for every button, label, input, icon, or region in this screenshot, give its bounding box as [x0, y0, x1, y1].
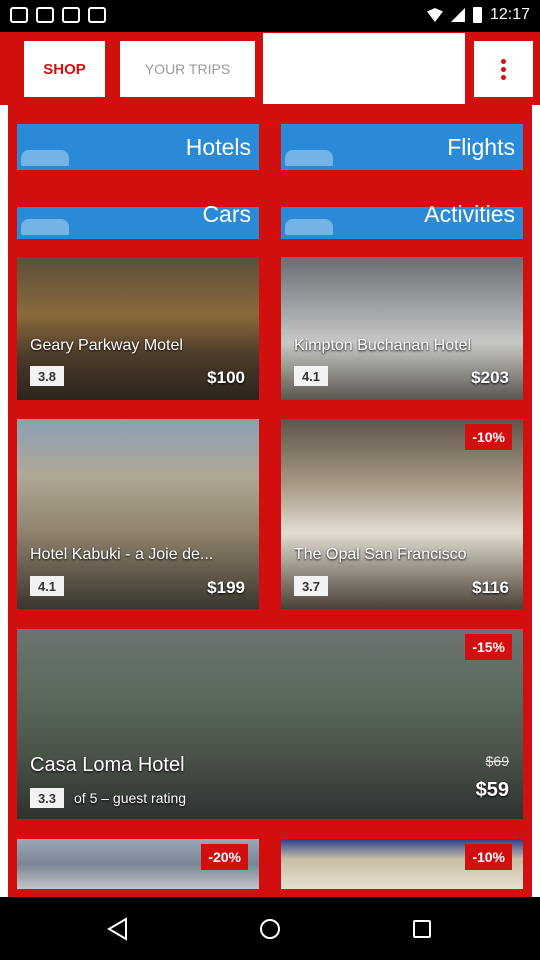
home-icon[interactable]: [260, 919, 280, 939]
system-nav-bar: [0, 897, 540, 960]
battery-icon: [472, 7, 482, 23]
status-time: 12:17: [489, 6, 530, 23]
status-right: 12:17: [426, 6, 530, 24]
notification-icons: [10, 7, 106, 23]
notification-icon: [62, 7, 80, 23]
more-options-button[interactable]: [474, 41, 533, 97]
rating-badge: 3.3: [30, 788, 64, 808]
rating-badge: 4.1: [30, 576, 64, 596]
hotel-name: Kimpton Buchanan Hotel: [294, 337, 471, 354]
hotel-price: $203: [471, 368, 509, 387]
wifi-icon: [426, 8, 443, 22]
recents-icon[interactable]: [413, 920, 431, 938]
rating-badge: 3.8: [30, 366, 64, 386]
notification-icon: [88, 7, 106, 23]
guest-rating-label: of 5 – guest rating: [74, 790, 187, 806]
tab-your-trips[interactable]: YOUR TRIPS: [120, 41, 255, 97]
hotel-card[interactable]: -10%: [281, 839, 523, 889]
discount-badge: -10%: [465, 424, 512, 450]
hotel-card[interactable]: Kimpton Buchanan Hotel 4.1 $203: [281, 257, 523, 400]
rating-badge: 4.1: [294, 366, 328, 386]
notification-icon: [36, 7, 54, 23]
status-bar: 12:17: [0, 0, 540, 32]
loading-overlay: [8, 105, 540, 257]
hotel-card[interactable]: -15% Casa Loma Hotel 3.3 of 5 – guest ra…: [17, 629, 523, 819]
signal-icon: [450, 8, 465, 22]
discount-badge: -15%: [465, 634, 512, 660]
hotel-name: Geary Parkway Motel: [30, 337, 183, 354]
hotel-card[interactable]: Hotel Kabuki - a Joie de... 4.1 $199: [17, 419, 259, 609]
hotel-card[interactable]: Geary Parkway Motel 3.8 $100: [17, 257, 259, 400]
hotel-price: $116: [472, 578, 509, 597]
hotel-card[interactable]: -20%: [17, 839, 259, 889]
original-price: $69: [485, 753, 509, 769]
hotel-name: Hotel Kabuki - a Joie de...: [30, 546, 214, 563]
hotel-price: $59: [475, 779, 509, 801]
back-icon[interactable]: [106, 917, 130, 941]
hotel-name: Casa Loma Hotel: [30, 754, 185, 776]
tab-placeholder: [263, 33, 465, 104]
hotel-card[interactable]: -10% The Opal San Francisco 3.7 $116: [281, 419, 523, 609]
discount-badge: -10%: [465, 844, 512, 870]
hotel-price: $100: [207, 368, 245, 387]
hotel-price: $199: [207, 578, 245, 597]
rating-badge: 3.7: [294, 576, 328, 596]
hotel-name: The Opal San Francisco: [294, 546, 467, 563]
discount-badge: -20%: [201, 844, 248, 870]
tab-shop[interactable]: SHOP: [24, 41, 105, 97]
notification-icon: [10, 7, 28, 23]
more-vert-icon: [501, 58, 506, 64]
